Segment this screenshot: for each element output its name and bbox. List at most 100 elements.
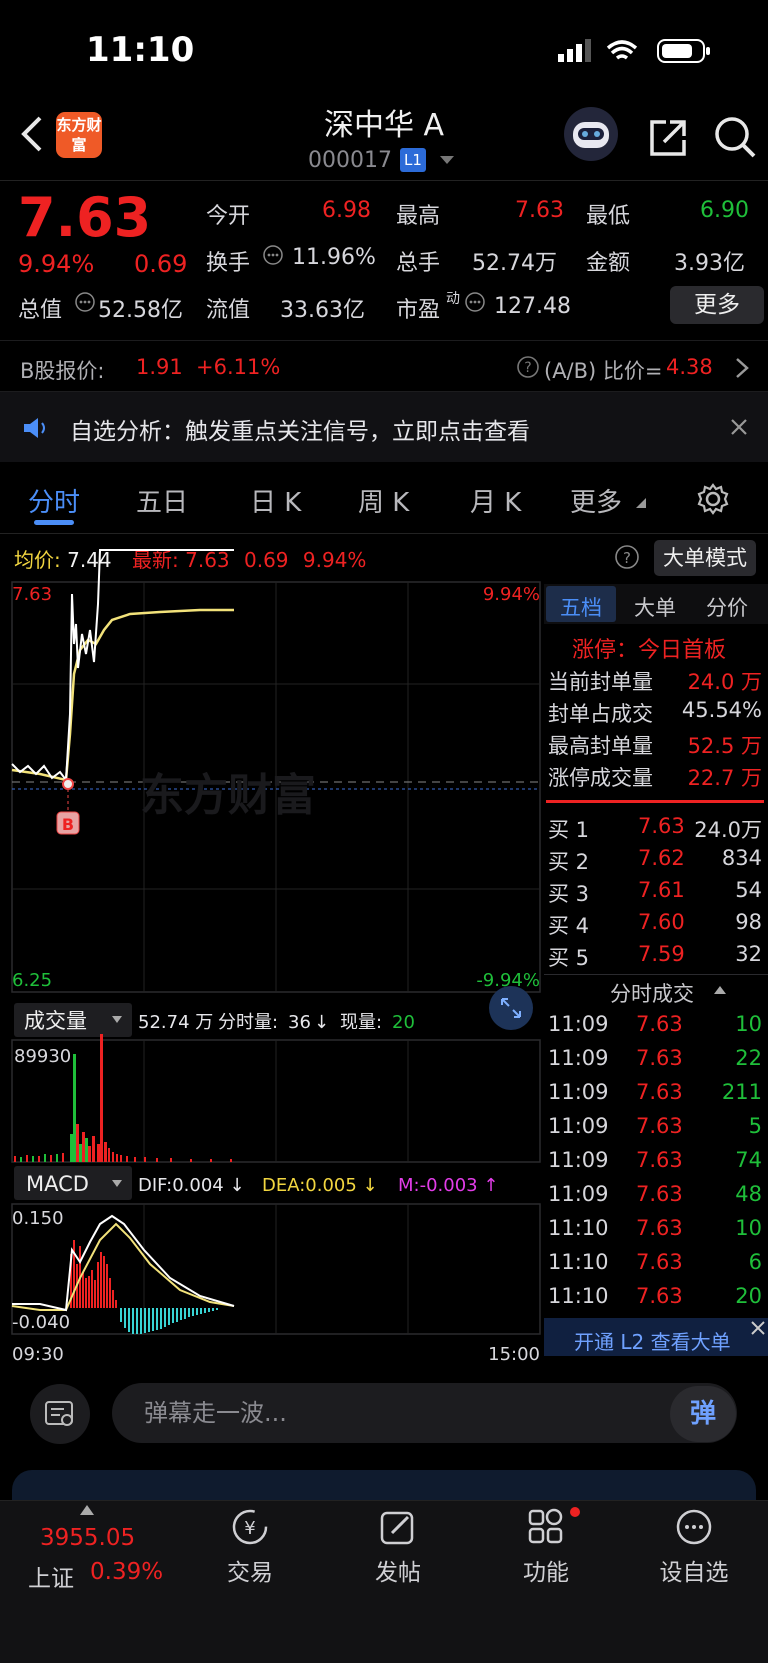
pe-label: 市盈 (396, 298, 441, 323)
bid-row[interactable]: 买 3 7.61 54 (548, 878, 762, 908)
tab-weekly-k[interactable]: 周 K (358, 482, 409, 519)
wifi-icon (606, 40, 638, 60)
price-axis-bottom: 6.25 (12, 970, 52, 991)
notification-dot (570, 1507, 580, 1517)
tab-price-dist[interactable]: 分价 (706, 592, 748, 622)
bid-row[interactable]: 买 2 7.62 834 (548, 846, 762, 876)
l2-banner[interactable]: 开通 L2 查看大单 (544, 1318, 768, 1356)
order-book-tabs: 五档 大单 分价 (544, 584, 768, 624)
search-icon[interactable] (712, 114, 758, 160)
intraday-chart[interactable]: 东方财富 7.63 6.25 9.94% -9.94% B 成交量 52.74 … (0, 534, 544, 1364)
current-volume-label: 现量: (340, 1012, 382, 1033)
tab-monthly-k[interactable]: 月 K (470, 482, 521, 519)
bshare-pct: +6.11% (196, 355, 281, 379)
status-icons (558, 39, 710, 63)
nav-trade[interactable]: 交易 (200, 1553, 300, 1587)
close-icon[interactable] (730, 418, 748, 436)
index-value[interactable]: 3955.05 (40, 1525, 135, 1551)
help-icon[interactable]: ? (614, 544, 640, 570)
stock-code: 000017 (308, 148, 392, 173)
svg-text:?: ? (524, 360, 531, 376)
macd-dea: DEA:0.005 ↓ (262, 1175, 378, 1196)
float-value: 33.63亿 (280, 298, 365, 323)
level-badge[interactable]: L1 (400, 148, 426, 172)
share-icon[interactable] (646, 116, 690, 160)
nav-function[interactable]: 功能 (496, 1553, 596, 1587)
pe-superscript: 动 (446, 291, 460, 307)
bshare-label: B股报价: (20, 359, 105, 383)
gear-icon[interactable] (696, 482, 730, 516)
seal-stat-row: 涨停成交量 22.7 万 (548, 766, 762, 790)
low-label: 最低 (586, 204, 631, 229)
bottom-nav: 3955.05 上证 0.39% ¥ 交易 发帖 功能 设自选 (0, 1500, 768, 1663)
function-icon[interactable] (526, 1507, 566, 1547)
turnover-value: 11.96% (292, 245, 376, 270)
volume-max-label: 89930 (14, 1046, 71, 1067)
caret-up-icon (80, 1505, 94, 1515)
macd-dropdown-label: MACD (26, 1172, 89, 1196)
trade-row: 11:09 7.63 5 (548, 1114, 762, 1138)
help-icon[interactable]: ? (516, 355, 540, 379)
trade-row: 11:10 7.63 10 (548, 1216, 762, 1240)
close-icon[interactable] (750, 1320, 766, 1336)
tab-intraday[interactable]: 分时 (28, 482, 80, 519)
seal-stat-row: 最高封单量 52.5 万 (548, 734, 762, 758)
caret-icon (636, 498, 646, 508)
trade-row: 11:10 7.63 6 (548, 1250, 762, 1274)
post-icon[interactable] (378, 1507, 418, 1547)
notice-banner[interactable]: 自选分析：触发重点关注信号，立即点击查看 (0, 392, 768, 462)
caret-up-icon (714, 986, 726, 994)
danmu-toggle-button[interactable] (30, 1384, 90, 1444)
big-order-mode-button[interactable]: 大单模式 (654, 540, 756, 576)
nav-watchlist[interactable]: 设自选 (644, 1553, 744, 1587)
tab-five-day[interactable]: 五日 (136, 482, 188, 519)
speaker-icon (24, 418, 45, 438)
nav-post[interactable]: 发帖 (348, 1553, 448, 1587)
tab-daily-k[interactable]: 日 K (250, 482, 301, 519)
chevron-down-icon[interactable] (440, 156, 454, 164)
svg-text:?: ? (623, 549, 631, 567)
index-pct[interactable]: 0.39% (90, 1559, 163, 1585)
mktcap-value: 52.58亿 (98, 298, 183, 323)
tab-big-orders[interactable]: 大单 (634, 592, 676, 622)
danmu-input[interactable]: 弹幕走一波... (112, 1383, 737, 1443)
danmu-send-button[interactable]: 弹 (670, 1386, 736, 1442)
seal-stat-row: 当前封单量 24.0 万 (548, 670, 762, 694)
pct-axis-top: 9.94% (483, 584, 540, 605)
watermark: 东方财富 (140, 770, 316, 821)
index-name[interactable]: 上证 (28, 1559, 74, 1593)
info-dots-icon[interactable] (74, 291, 96, 313)
amount-label: 金额 (586, 251, 631, 276)
info-dots-icon[interactable] (262, 244, 284, 266)
buy-marker-label: B (62, 815, 74, 834)
tab-more[interactable]: 更多 (570, 482, 622, 519)
trade-row: 11:09 7.63 10 (548, 1012, 762, 1036)
trade-icon[interactable]: ¥ (230, 1507, 270, 1547)
minute-volume-value: 36 (288, 1012, 311, 1033)
current-volume-value: 20 (392, 1012, 415, 1033)
info-dots-icon[interactable] (464, 291, 486, 313)
current-price: 7.63 (18, 186, 152, 249)
bshare-row[interactable]: B股报价: 1.91 +6.11% ? (A/B) 比价= 4.38 (0, 340, 768, 392)
chevron-right-icon (736, 358, 749, 378)
bid-row[interactable]: 买 5 7.59 32 (548, 942, 762, 972)
svg-text:↓: ↓ (314, 1012, 329, 1033)
macd-m: M:-0.003 ↑ (398, 1175, 498, 1196)
robot-avatar-icon[interactable] (562, 106, 620, 162)
expand-button[interactable] (489, 986, 533, 1030)
low-value: 6.90 (700, 198, 749, 223)
trade-row: 11:09 7.63 211 (548, 1080, 762, 1104)
open-label: 今开 (206, 204, 251, 229)
watchlist-icon[interactable] (674, 1507, 714, 1547)
danmu-icon (45, 1401, 73, 1426)
trade-row: 11:09 7.63 48 (548, 1182, 762, 1206)
trade-row: 11:09 7.63 74 (548, 1148, 762, 1172)
bid-row[interactable]: 买 4 7.60 98 (548, 910, 762, 940)
header-divider (0, 180, 768, 181)
trades-title[interactable]: 分时成交 (610, 978, 694, 1008)
buy-point (62, 778, 74, 790)
tab-five-levels[interactable]: 五档 (560, 592, 602, 622)
bid-row[interactable]: 买 1 7.63 24.0万 (548, 814, 762, 844)
more-button[interactable]: 更多 (670, 286, 764, 324)
float-label: 流值 (206, 298, 251, 323)
